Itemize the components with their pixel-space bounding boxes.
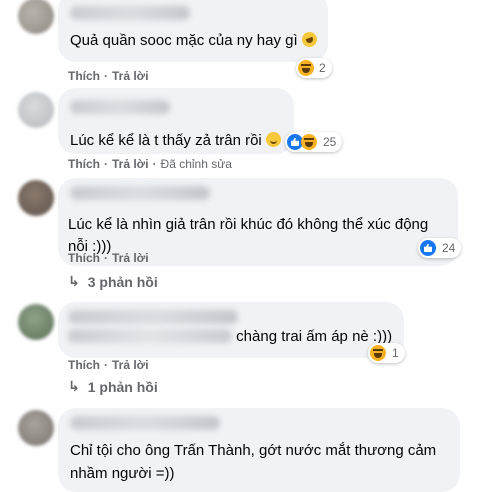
avatar[interactable]	[18, 180, 54, 216]
haha-reaction-icon	[298, 60, 314, 76]
comment-text-line-1: Lúc kể là nhìn giả trân rồi khúc đó khôn…	[68, 216, 429, 233]
reaction-count: 25	[323, 135, 337, 149]
avatar[interactable]	[18, 410, 54, 446]
view-replies-link[interactable]: ↳ 1 phản hồi	[68, 378, 158, 395]
comment-text: Quả quần sooc mặc của ny hay gì	[70, 29, 319, 52]
view-replies-link[interactable]: ↳ 3 phản hồi	[68, 273, 158, 290]
author-name[interactable]	[70, 416, 220, 430]
reaction-count: 1	[392, 346, 399, 360]
smile-emoji-icon	[265, 132, 281, 147]
dot-separator: ·	[104, 358, 108, 372]
comment-actions: Thích · Trả lời	[68, 358, 149, 372]
reaction-count: 24	[442, 241, 456, 255]
reply-arrow-icon: ↳	[68, 273, 80, 289]
reply-link[interactable]: Trả lời	[112, 157, 149, 171]
reaction-summary[interactable]: 1	[368, 343, 405, 363]
reaction-count: 2	[319, 61, 326, 75]
comment-1: Quả quần sooc mặc của ny hay gì 2 Thích ·…	[0, 0, 501, 88]
haha-reaction-icon	[370, 345, 386, 361]
reply-link[interactable]: Trả lời	[112, 251, 149, 265]
comment-bubble: chàng trai ấm áp nè :)))	[58, 302, 404, 358]
like-link[interactable]: Thích	[68, 251, 100, 265]
avatar[interactable]	[18, 304, 54, 340]
author-name[interactable]	[70, 100, 170, 114]
reply-link[interactable]: Trả lời	[112, 69, 149, 83]
haha-reaction-icon	[301, 134, 317, 150]
like-link[interactable]: Thích	[68, 157, 100, 171]
dot-separator: ·	[104, 69, 108, 83]
comment-text: chàng trai ấm áp nè :)))	[68, 326, 392, 348]
comment-actions: Thích · Trả lời	[68, 69, 149, 83]
reply-link[interactable]: Trả lời	[112, 358, 149, 372]
like-reaction-icon	[420, 240, 436, 256]
dot-separator: ·	[104, 157, 108, 171]
replies-count[interactable]: 1 phản hồi	[88, 379, 158, 395]
author-name[interactable]	[70, 6, 190, 20]
comment-text-line-1: Chỉ tội cho ông Trấn Thành, gớt nước mắt…	[70, 442, 437, 459]
dot-separator: ·	[152, 157, 157, 171]
reply-arrow-icon: ↳	[68, 378, 80, 394]
like-link[interactable]: Thích	[68, 358, 100, 372]
comment-actions: Thích · Trả lời · Đã chỉnh sửa	[68, 157, 232, 171]
comment-text: Lúc kể kể là t thấy zả trân rồi	[70, 130, 281, 152]
blurred-text	[68, 329, 232, 343]
comment-bubble: Lúc kể kể là t thấy zả trân rồi	[58, 88, 294, 154]
comment-text-line-2: nhầm người =))	[70, 465, 175, 482]
avatar[interactable]	[18, 92, 54, 128]
author-name[interactable]	[70, 186, 210, 200]
replies-count[interactable]: 3 phản hồi	[88, 274, 158, 290]
like-link[interactable]: Thích	[68, 69, 100, 83]
comment-actions: Thích · Trả lời	[68, 251, 149, 265]
avatar[interactable]	[18, 0, 54, 34]
edited-label[interactable]: Đã chỉnh sửa	[161, 157, 232, 171]
comment-bubble: Quả quần sooc mặc của ny hay gì	[58, 0, 328, 62]
reaction-summary[interactable]: 25	[285, 132, 343, 152]
rofl-emoji-icon	[299, 29, 319, 50]
reaction-summary[interactable]: 2	[296, 58, 332, 78]
comment-bubble: Chỉ tội cho ông Trấn Thành, gớt nước mắt…	[58, 408, 460, 492]
reaction-summary[interactable]: 24	[418, 238, 462, 258]
author-name[interactable]	[68, 310, 238, 324]
dot-separator: ·	[104, 251, 108, 265]
